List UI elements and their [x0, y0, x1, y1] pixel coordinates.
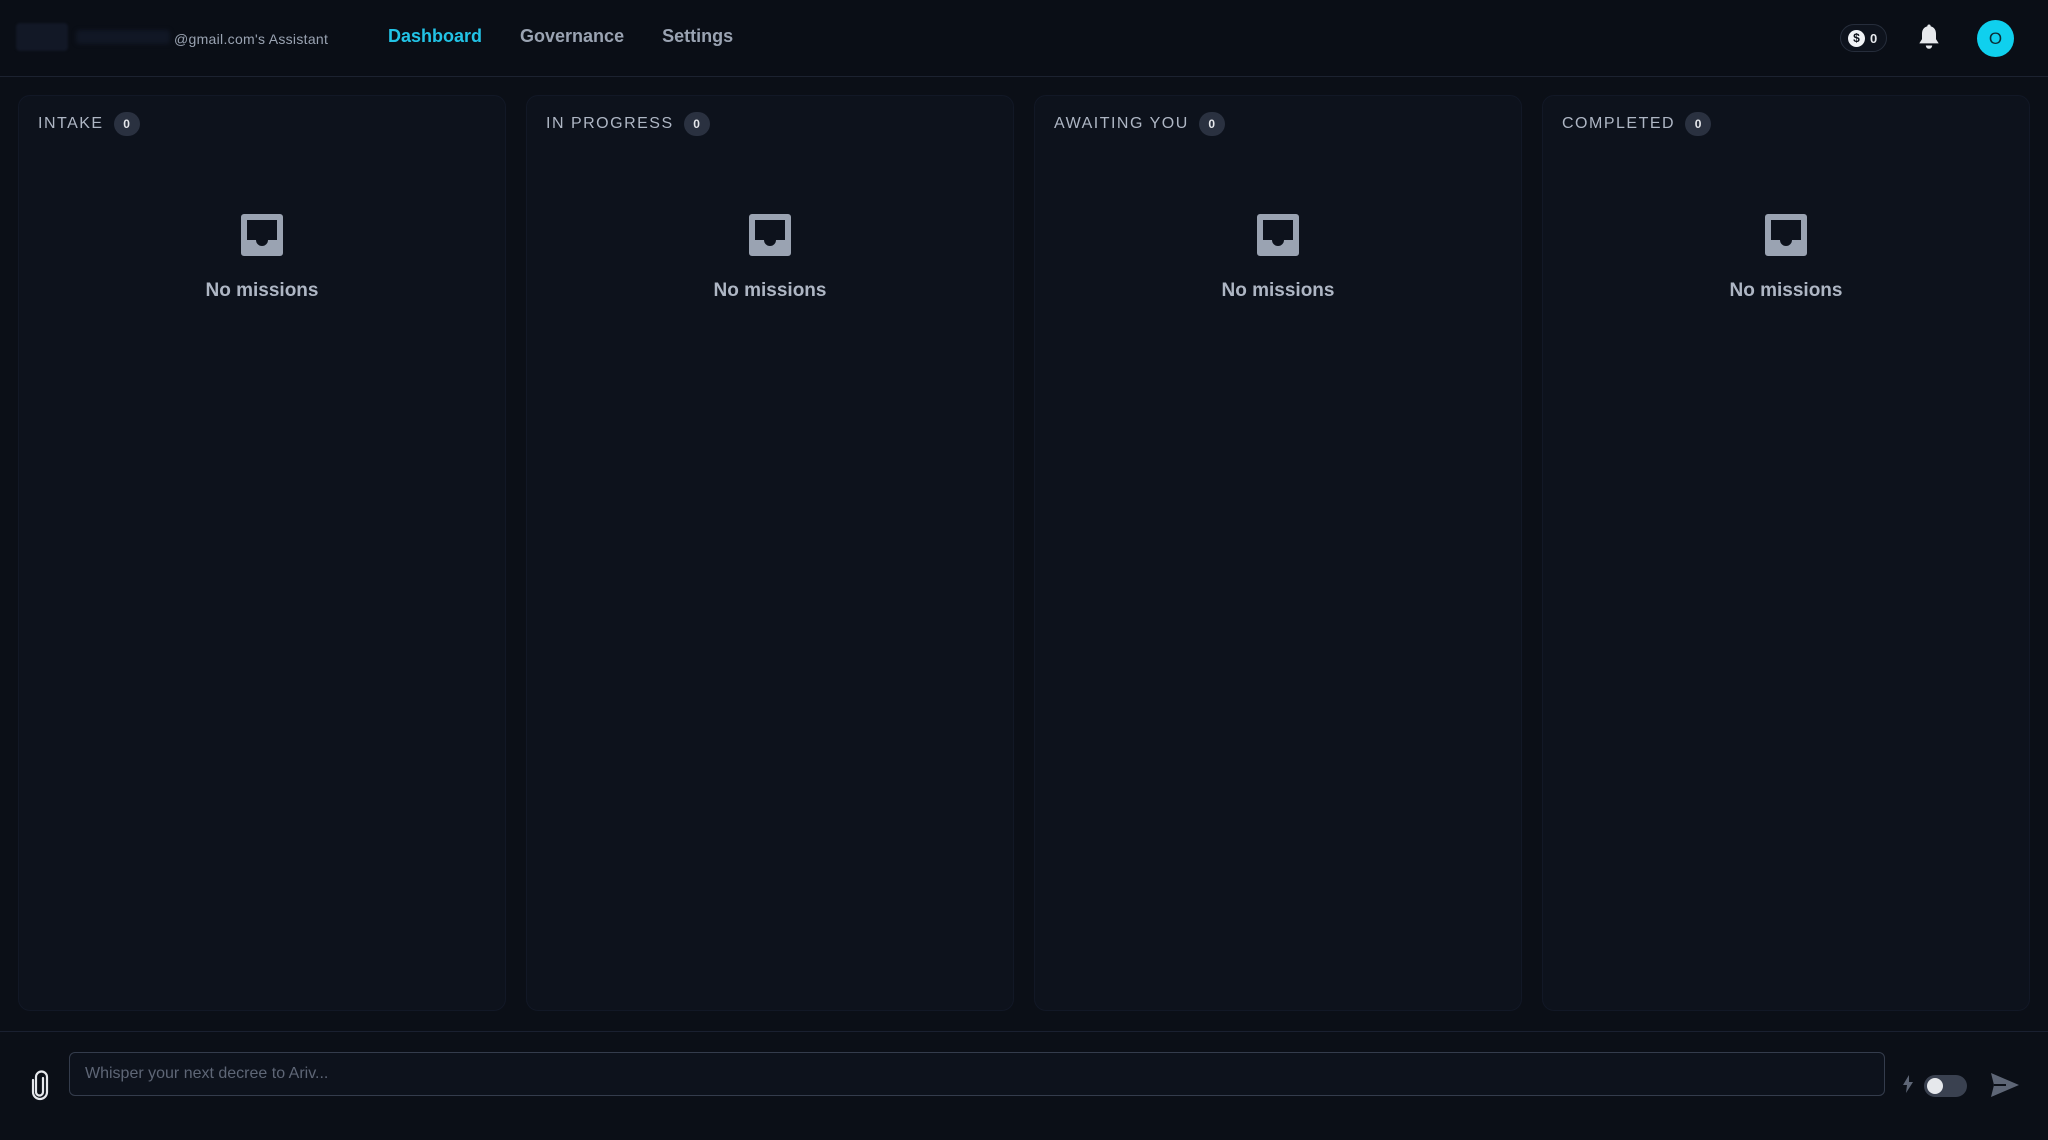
- column-title: INTAKE: [38, 115, 104, 132]
- inbox-tray-icon: [749, 214, 791, 256]
- logo-wordmark: [76, 30, 170, 44]
- paperclip-icon[interactable]: [28, 1070, 52, 1102]
- bolt-icon: [1903, 1075, 1913, 1093]
- column-header: COMPLETED 0: [1562, 112, 1712, 136]
- bell-icon[interactable]: [1916, 24, 1942, 52]
- column-count-badge: 0: [1198, 112, 1225, 136]
- column-header: INTAKE 0: [38, 112, 140, 136]
- column-count-badge: 0: [683, 112, 710, 136]
- column-in-progress: IN PROGRESS 0 No missions: [526, 95, 1014, 1011]
- empty-state-text: No missions: [205, 280, 319, 301]
- column-header: AWAITING YOU 0: [1054, 112, 1225, 136]
- toggle-knob: [1927, 1078, 1943, 1094]
- empty-state-text: No missions: [1729, 280, 1843, 301]
- column-intake: INTAKE 0 No missions: [18, 95, 506, 1011]
- decree-input[interactable]: [69, 1052, 1885, 1096]
- column-awaiting-you: AWAITING YOU 0 No missions: [1034, 95, 1522, 1011]
- credits-badge[interactable]: $ 0: [1840, 24, 1888, 52]
- empty-state: No missions: [1035, 212, 1521, 302]
- inbox-tray-icon: [241, 214, 283, 256]
- nav-dashboard[interactable]: Dashboard: [388, 26, 482, 47]
- column-completed: COMPLETED 0 No missions: [1542, 95, 2030, 1011]
- inbox-tray-icon: [1765, 214, 1807, 256]
- empty-state-text: No missions: [713, 280, 827, 301]
- empty-state: No missions: [1543, 212, 2029, 302]
- mode-toggle[interactable]: [1924, 1075, 1967, 1097]
- nav-governance[interactable]: Governance: [520, 26, 624, 47]
- empty-state-text: No missions: [1221, 280, 1335, 301]
- column-count-badge: 0: [1685, 112, 1712, 136]
- user-avatar[interactable]: O: [1977, 20, 2014, 57]
- credits-count: 0: [1870, 30, 1878, 46]
- column-count-badge: 0: [113, 112, 140, 136]
- main-nav: Dashboard Governance Settings: [388, 26, 733, 47]
- nav-settings[interactable]: Settings: [662, 26, 733, 47]
- top-navigation-bar: @gmail.com's Assistant Dashboard Governa…: [0, 0, 2048, 77]
- inbox-tray-icon: [1257, 214, 1299, 256]
- column-title: IN PROGRESS: [546, 115, 674, 132]
- column-title: COMPLETED: [1562, 115, 1676, 132]
- account-label: @gmail.com's Assistant: [174, 31, 329, 47]
- dollar-coin-icon: $: [1848, 29, 1865, 47]
- composer-bar: [0, 1031, 2048, 1140]
- app-logo[interactable]: [16, 22, 170, 52]
- send-icon[interactable]: [1990, 1072, 2020, 1098]
- column-title: AWAITING YOU: [1054, 115, 1189, 132]
- mission-board: INTAKE 0 No missions IN PROGRESS 0 No mi…: [18, 95, 2030, 1011]
- column-header: IN PROGRESS 0: [546, 112, 710, 136]
- empty-state: No missions: [527, 212, 1013, 302]
- empty-state: No missions: [19, 212, 505, 302]
- logo-mark: [16, 23, 68, 51]
